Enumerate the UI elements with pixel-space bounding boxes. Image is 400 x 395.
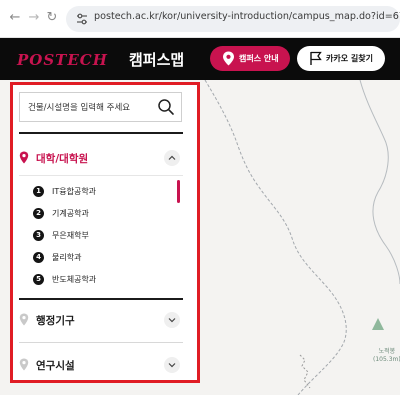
section-title: 연구시설 [36, 360, 75, 372]
campus-guide-label: 캠퍼스 안내 [239, 54, 279, 63]
item-label: 기계공학과 [52, 209, 89, 218]
section-divider [19, 175, 183, 176]
section-university[interactable]: 대학/대학원 [19, 146, 183, 170]
section-title: 대학/대학원 [36, 153, 89, 165]
item-label: 반도체공학과 [52, 275, 97, 284]
list-item[interactable]: 3 무은재학부 [33, 228, 163, 244]
kakao-route-label: 카카오 길찾기 [326, 54, 373, 63]
section-title: 행정기구 [36, 315, 75, 327]
item-number: 4 [33, 252, 44, 263]
campus-guide-button[interactable]: 캠퍼스 안내 [210, 46, 290, 71]
kakao-route-button[interactable]: 카카오 길찾기 [297, 46, 385, 71]
section-divider [19, 342, 183, 343]
forward-arrow-icon[interactable]: → [27, 10, 41, 26]
chevron-down-icon[interactable] [164, 357, 180, 373]
panel-divider [19, 132, 183, 134]
reload-icon[interactable]: ↻ [45, 10, 59, 26]
search-input[interactable]: 건물/시설명을 입력해 주세요 [28, 101, 130, 113]
list-item[interactable]: 5 반도체공학과 [33, 272, 163, 288]
address-bar[interactable]: postech.ac.kr/kor/university-introductio… [66, 6, 400, 32]
item-label: IT융합공학과 [52, 187, 97, 196]
peak-name: 노적봉 [378, 348, 396, 355]
back-arrow-icon[interactable]: ← [8, 10, 22, 26]
list-fade [19, 290, 183, 298]
item-number: 2 [33, 208, 44, 219]
list-item[interactable]: 2 기계공학과 [33, 206, 163, 222]
section-divider [19, 298, 183, 300]
chevron-down-icon[interactable] [164, 312, 180, 328]
search-box[interactable]: 건물/시설명을 입력해 주세요 [19, 92, 182, 122]
location-pin-icon [19, 151, 29, 164]
location-pin-icon [19, 358, 29, 371]
site-header: POSTECH 캠퍼스맵 캠퍼스 안내 카카오 길찾기 [0, 38, 400, 80]
item-label: 무은재학부 [52, 231, 89, 240]
url-text: postech.ac.kr/kor/university-introductio… [94, 11, 400, 22]
item-label: 물리학과 [52, 253, 82, 262]
postech-logo[interactable]: POSTECH [17, 51, 108, 69]
item-number: 5 [33, 274, 44, 285]
app-window: ← → ↻ postech.ac.kr/kor/university-intro… [0, 0, 400, 395]
list-scrollbar[interactable] [177, 180, 180, 203]
location-pin-icon [223, 51, 234, 66]
site-settings-icon[interactable] [75, 12, 89, 26]
page-title: 캠퍼스맵 [129, 51, 185, 69]
department-list: 1 IT융합공학과 2 기계공학과 3 무은재학부 4 물리학과 5 반도체공학… [19, 180, 183, 298]
peak-label[interactable]: 노적봉 (105.3m) [373, 348, 400, 364]
chevron-up-icon[interactable] [164, 150, 180, 166]
search-side-panel: 건물/시설명을 입력해 주세요 대학/대학원 1 IT융합공학과 2 기계공학과… [10, 82, 200, 383]
browser-toolbar: ← → ↻ postech.ac.kr/kor/university-intro… [0, 0, 400, 38]
location-pin-icon [19, 313, 29, 326]
peak-elevation: (105.3m) [373, 356, 400, 363]
section-admin[interactable]: 행정기구 [19, 308, 183, 332]
list-item[interactable]: 1 IT융합공학과 [33, 184, 163, 200]
list-item[interactable]: 4 물리학과 [33, 250, 163, 266]
search-icon[interactable] [157, 98, 175, 116]
section-research[interactable]: 연구시설 [19, 353, 183, 377]
item-number: 3 [33, 230, 44, 241]
item-number: 1 [33, 186, 44, 197]
flag-icon [310, 51, 322, 65]
